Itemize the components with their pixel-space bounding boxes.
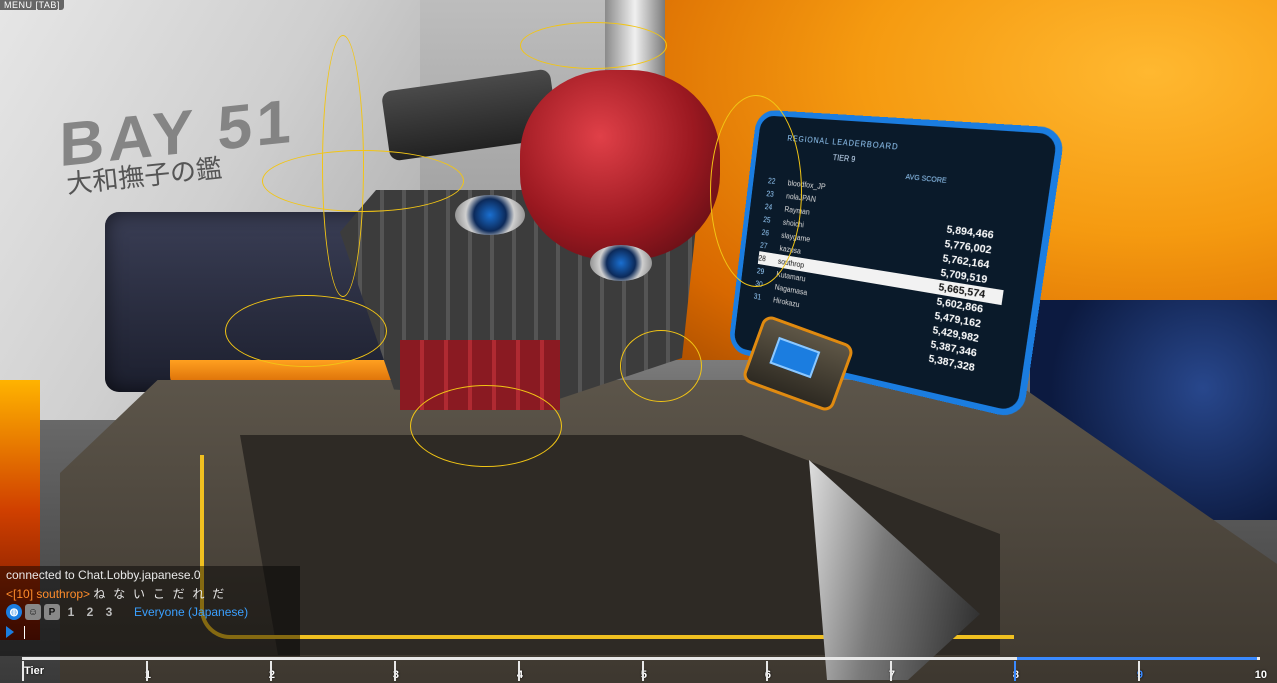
- chat-message-text: ね な い こ だ れ だ: [93, 587, 227, 601]
- person-2-icon[interactable]: 2: [82, 604, 98, 620]
- person-3-icon[interactable]: 3: [101, 604, 117, 620]
- chat-channel-selector[interactable]: Everyone (Japanese): [134, 605, 248, 619]
- chat-prompt-icon: [6, 626, 14, 638]
- tier-segment: 1: [22, 661, 151, 681]
- menu-button[interactable]: MENU [TAB]: [0, 0, 64, 10]
- leaderboard-title: REGIONAL LEADERBOARD: [786, 134, 900, 152]
- leaderboard-rank: [752, 308, 771, 312]
- leaderboard-column-header: AVG SCORE: [905, 173, 948, 186]
- tier-segment: 6: [642, 661, 771, 681]
- tier-segment: 2: [146, 661, 275, 681]
- thruster-icon: [590, 245, 652, 281]
- tier-segment: 3: [270, 661, 399, 681]
- tier-number: 10: [1254, 669, 1267, 681]
- thruster-icon: [455, 195, 525, 235]
- tier-segment: 7: [766, 661, 895, 681]
- tier-progress-bar: Tier 1 2 3 4 5 6 7 8 9 10: [22, 655, 1267, 683]
- control-panel-screen: [769, 336, 821, 379]
- tier-track-current: [1017, 657, 1257, 660]
- leaderboard-tier: TIER 9: [832, 153, 856, 164]
- robot-dome: [520, 70, 720, 260]
- person-1-icon[interactable]: 1: [63, 604, 79, 620]
- friends-icon[interactable]: ☺: [25, 604, 41, 620]
- tier-segment: 10: [1138, 661, 1267, 681]
- gyro-ring: [710, 95, 802, 287]
- chat-system-message: connected to Chat.Lobby.japanese.0: [6, 568, 201, 582]
- globe-icon[interactable]: ◍: [6, 604, 22, 620]
- gyro-ring: [322, 35, 364, 297]
- tier-segment: 8: [890, 661, 1019, 681]
- tier-segment: 5: [518, 661, 647, 681]
- chat-panel: connected to Chat.Lobby.japanese.0 <[10]…: [0, 566, 300, 656]
- gyro-ring: [520, 22, 667, 69]
- chat-toolbar: ◍ ☺ P 1 2 3 Everyone (Japanese): [6, 604, 248, 620]
- chat-message-user[interactable]: <[10] southrop>: [6, 587, 90, 601]
- gyro-ring: [410, 385, 562, 467]
- chat-input[interactable]: [6, 625, 291, 641]
- gyro-ring: [225, 295, 387, 367]
- chat-message: <[10] southrop> ね な い こ だ れ だ: [6, 585, 226, 602]
- gyro-ring: [620, 330, 702, 402]
- tier-segment: 4: [394, 661, 523, 681]
- tier-segment: 9: [1014, 661, 1143, 681]
- chat-caret: [24, 626, 25, 639]
- party-icon[interactable]: P: [44, 604, 60, 620]
